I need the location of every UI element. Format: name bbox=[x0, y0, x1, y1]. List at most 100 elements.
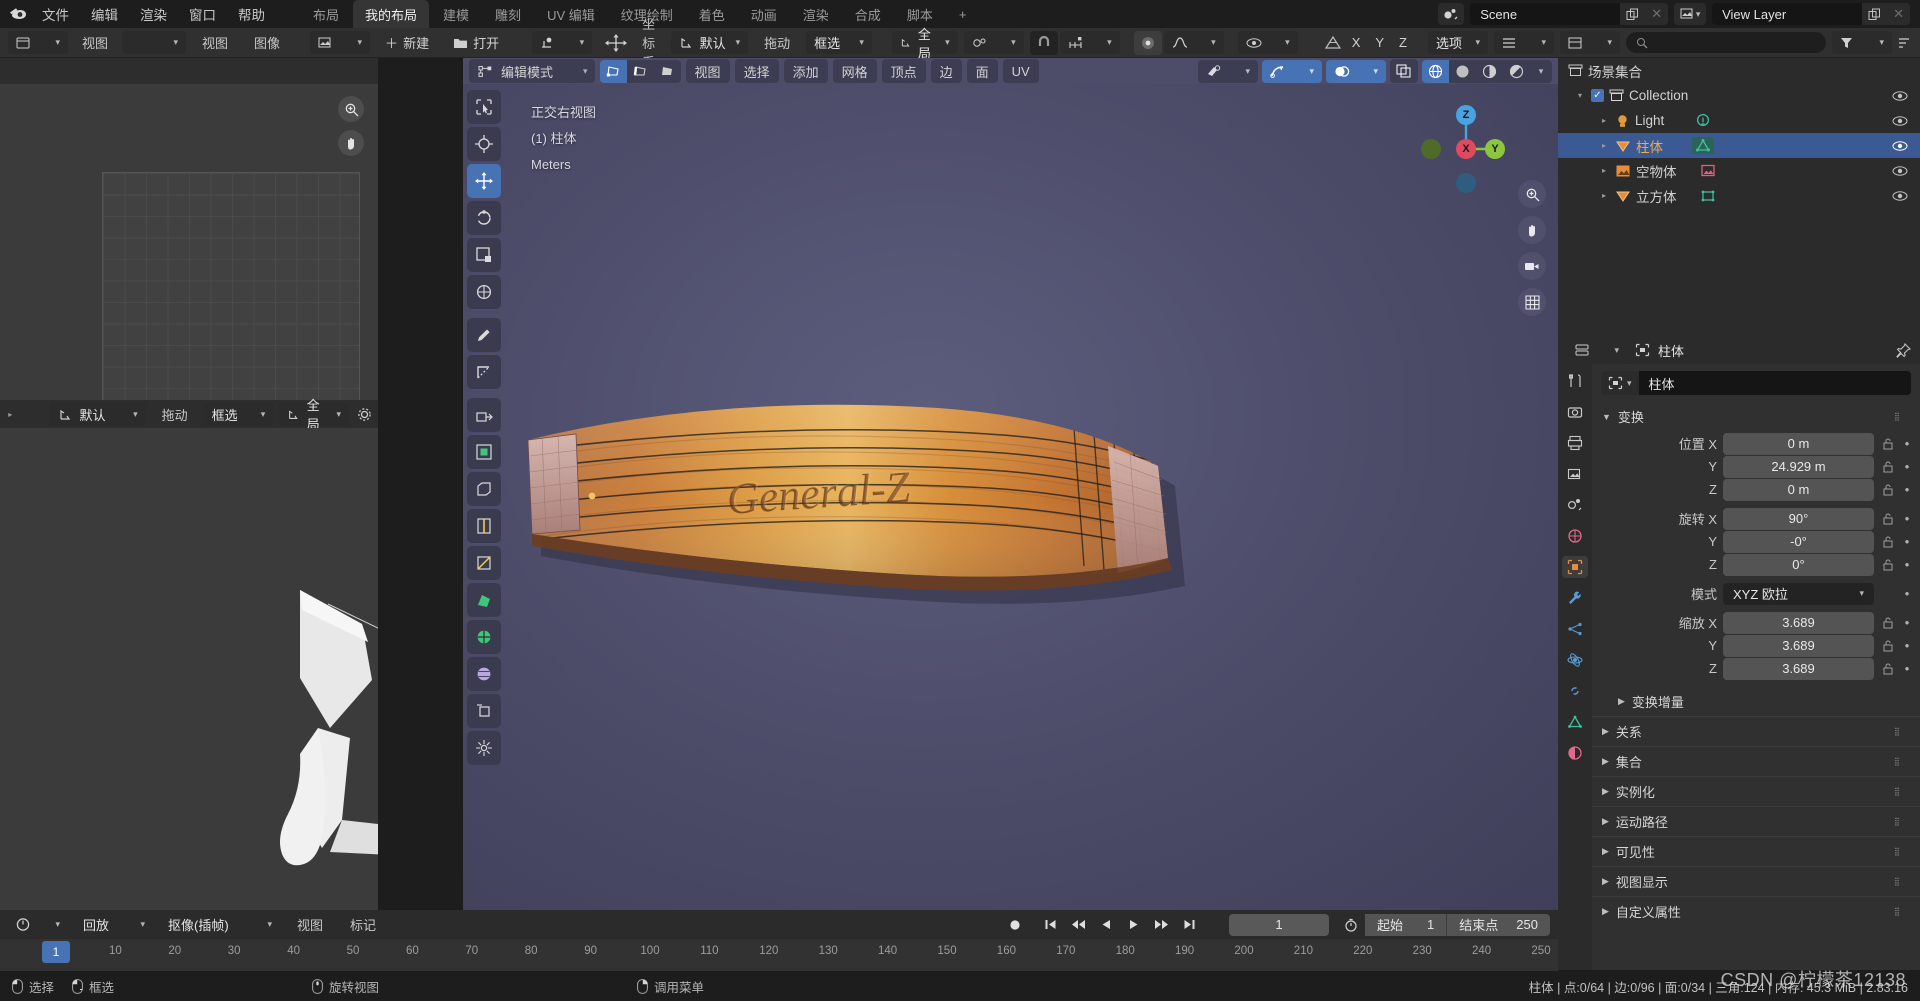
browse-scene-icon[interactable] bbox=[1438, 3, 1465, 25]
constraints-tab[interactable] bbox=[1562, 680, 1588, 702]
object-visibility-selector[interactable]: ▾ bbox=[1198, 59, 1258, 83]
drag-grip[interactable]: ⣿ bbox=[1894, 908, 1910, 916]
axis-x-toggle[interactable]: X bbox=[1347, 31, 1366, 55]
browse-view-layer-icon[interactable]: ▾ bbox=[1674, 3, 1707, 25]
overlay-mesh-icon[interactable] bbox=[1324, 35, 1342, 51]
lock-icon[interactable] bbox=[1880, 483, 1896, 496]
stopwatch-icon[interactable] bbox=[1337, 918, 1365, 932]
timeline-editor-type[interactable]: ▾ bbox=[8, 913, 68, 936]
outliner-row-cylinder[interactable]: ▸ 柱体 bbox=[1558, 133, 1920, 158]
rip-region-tool[interactable] bbox=[467, 731, 501, 765]
transform-gizmo-icon[interactable] bbox=[596, 31, 636, 55]
lock-icon[interactable] bbox=[1880, 535, 1896, 548]
outliner-search-input[interactable] bbox=[1626, 32, 1826, 53]
viewport-menu-edge[interactable]: 边 bbox=[930, 59, 962, 83]
outliner-row-light[interactable]: ▸ Light bbox=[1558, 108, 1920, 133]
location-y-input[interactable]: 24.929 m bbox=[1723, 455, 1874, 478]
rotation-mode-row[interactable]: 模式 XYZ 欧拉 ▾ • bbox=[1592, 582, 1912, 605]
hand-icon[interactable] bbox=[338, 130, 364, 156]
lock-icon[interactable] bbox=[1880, 558, 1896, 571]
drag-grip[interactable]: ⣿ bbox=[1894, 788, 1910, 796]
end-frame-input[interactable]: 结束点 250 bbox=[1446, 913, 1550, 936]
object-name-value[interactable]: 柱体 bbox=[1638, 371, 1911, 395]
workspace-tab-compositing[interactable]: 合成 bbox=[843, 0, 893, 28]
workspace-tab-animation[interactable]: 动画 bbox=[739, 0, 789, 28]
viewport-menu-vertex[interactable]: 顶点 bbox=[881, 59, 926, 83]
scale-z-row[interactable]: Z 3.689 • bbox=[1592, 657, 1912, 680]
rendered-shading-button[interactable] bbox=[1503, 60, 1530, 83]
render-tab[interactable] bbox=[1562, 401, 1588, 423]
frame-range-group[interactable]: 起始 1 结束点 250 bbox=[1337, 913, 1550, 936]
mesh-data-icon[interactable] bbox=[1700, 188, 1716, 203]
mesh-select-mode-group[interactable] bbox=[599, 59, 681, 83]
viewport-menu-add[interactable]: 添加 bbox=[783, 59, 828, 83]
inset-faces-tool[interactable] bbox=[467, 435, 501, 469]
vertex-select-button[interactable] bbox=[599, 59, 627, 83]
drag-grip[interactable]: ⣿ bbox=[1894, 413, 1910, 421]
uv-editor-canvas[interactable] bbox=[0, 84, 378, 400]
navigation-gizmo[interactable]: Z X Y bbox=[1421, 93, 1505, 193]
outliner-filter-display[interactable]: ▾ bbox=[1560, 31, 1620, 54]
xray-toggle[interactable] bbox=[1390, 59, 1418, 83]
object-name-field[interactable]: ▾ 柱体 bbox=[1601, 371, 1911, 395]
gizmo-axis-z[interactable]: Z bbox=[1456, 105, 1476, 125]
lefttop-mode-selector[interactable]: ▾ bbox=[122, 31, 187, 54]
lock-icon[interactable] bbox=[1880, 639, 1896, 652]
rotation-z-row[interactable]: Z 0° • bbox=[1592, 553, 1912, 576]
drag-action-selector[interactable]: 框选 ▾ bbox=[806, 31, 872, 54]
menu-edit[interactable]: 编辑 bbox=[81, 1, 128, 27]
knife-tool[interactable] bbox=[467, 546, 501, 580]
shading-options-chevron-down-icon[interactable]: ▾ bbox=[1530, 60, 1552, 83]
section-visibility[interactable]: ▶ 可见性 ⣿ bbox=[1592, 836, 1920, 866]
section-instancing[interactable]: ▶ 实例化 ⣿ bbox=[1592, 776, 1920, 806]
header-expand-arrow[interactable]: ▸ bbox=[6, 410, 14, 419]
animate-dot[interactable]: • bbox=[1902, 586, 1912, 601]
face-select-button[interactable] bbox=[654, 60, 681, 83]
animate-dot[interactable]: • bbox=[1902, 557, 1912, 572]
scale-tool[interactable] bbox=[467, 238, 501, 272]
eye-icon[interactable] bbox=[1892, 190, 1908, 202]
eye-icon[interactable] bbox=[1892, 90, 1908, 102]
playback-controls[interactable]: 1 起始 1 结束点 250 bbox=[1001, 913, 1550, 936]
transport-buttons[interactable] bbox=[1037, 915, 1204, 934]
location-y-row[interactable]: Y 24.929 m • bbox=[1592, 455, 1912, 478]
lb-orientation-selector[interactable]: 默认 ▾ bbox=[50, 402, 146, 426]
drag-grip[interactable]: ⣿ bbox=[1894, 728, 1910, 736]
view-layer-tab[interactable] bbox=[1562, 463, 1588, 485]
expand-arrow[interactable]: ▸ bbox=[1598, 166, 1610, 175]
menu-window[interactable]: 窗口 bbox=[179, 1, 226, 27]
object-browse-button[interactable]: ▾ bbox=[1601, 371, 1639, 395]
prev-keyframe-icon[interactable] bbox=[1064, 915, 1093, 934]
animate-dot[interactable]: • bbox=[1902, 436, 1912, 451]
wireframe-shading-button[interactable] bbox=[1422, 59, 1449, 83]
playback-menu[interactable]: 回放 ▾ bbox=[75, 913, 153, 936]
output-tab[interactable] bbox=[1562, 432, 1588, 454]
menu-file[interactable]: 文件 bbox=[32, 1, 79, 27]
gizmo-axis-neg-y[interactable] bbox=[1421, 139, 1441, 159]
gizmo-axis-y[interactable]: Y bbox=[1485, 139, 1505, 159]
outliner-sort-icon[interactable] bbox=[1898, 37, 1912, 49]
playhead[interactable]: 1 bbox=[42, 941, 70, 963]
gizmo-axis-neg-z[interactable] bbox=[1456, 173, 1476, 193]
properties-tab-column[interactable] bbox=[1558, 364, 1592, 970]
record-button-group[interactable] bbox=[1001, 914, 1030, 935]
viewport-menu-view[interactable]: 视图 bbox=[685, 59, 730, 83]
workspace-tab-shading[interactable]: 着色 bbox=[687, 0, 737, 28]
spin-tool[interactable] bbox=[467, 620, 501, 654]
animate-dot[interactable]: • bbox=[1902, 511, 1912, 526]
gizmo-axis-x[interactable]: X bbox=[1456, 139, 1476, 159]
animate-dot[interactable]: • bbox=[1902, 615, 1912, 630]
scale-z-input[interactable]: 3.689 bbox=[1723, 657, 1874, 680]
outliner-row-cube[interactable]: ▸ 立方体 bbox=[1558, 183, 1920, 208]
lock-icon[interactable] bbox=[1880, 460, 1896, 473]
outliner-filter-button[interactable]: ▾ bbox=[1832, 31, 1892, 54]
location-z-row[interactable]: Z 0 m • bbox=[1592, 478, 1912, 501]
cursor-tool[interactable] bbox=[467, 127, 501, 161]
scale-y-input[interactable]: 3.689 bbox=[1723, 634, 1874, 657]
solid-shading-button[interactable] bbox=[1449, 60, 1476, 83]
section-relations[interactable]: ▶ 关系 ⣿ bbox=[1592, 716, 1920, 746]
scene-name[interactable]: Scene bbox=[1470, 3, 1621, 25]
menu-help[interactable]: 帮助 bbox=[228, 1, 275, 27]
rotation-z-input[interactable]: 0° bbox=[1723, 553, 1874, 576]
workspace-tab-sculpting[interactable]: 雕刻 bbox=[483, 0, 533, 28]
